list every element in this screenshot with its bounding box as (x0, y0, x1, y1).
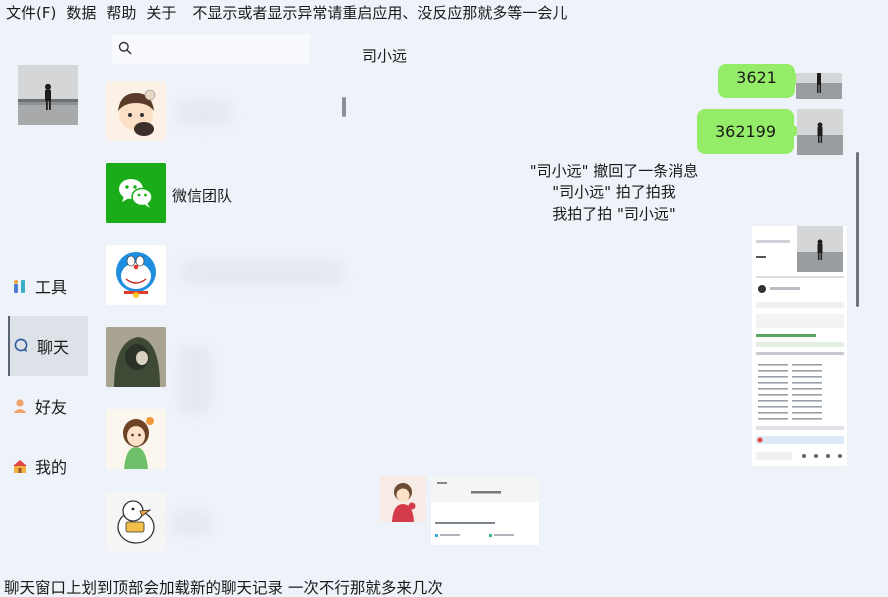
menu-about[interactable]: 关于 (141, 0, 181, 26)
system-message-pat-me: "司小远" 拍了拍我 (552, 183, 676, 201)
contact-avatar-1[interactable] (106, 81, 166, 141)
nav-chat-label: 聊天 (37, 338, 70, 357)
sticker-boy-avatar (106, 81, 166, 141)
nav-friends[interactable]: 好友 (8, 376, 88, 436)
person-by-sea-avatar-image (797, 226, 843, 272)
message-text-2: 362199 (714, 122, 777, 141)
contact-avatar-4[interactable] (106, 327, 166, 387)
footer-hint: 聊天窗口上划到顶部会加载新的聊天记录 一次不行那就多来几次 (4, 579, 443, 597)
tools-icon (11, 277, 29, 295)
person-by-sea-avatar-image (797, 109, 843, 155)
message-bubble-1[interactable]: 3621 (718, 64, 795, 98)
home-icon (11, 457, 29, 475)
nav-mine-label: 我的 (35, 458, 68, 477)
chat-icon (13, 337, 31, 355)
person-icon (11, 397, 29, 415)
menu-data[interactable]: 数据 (61, 0, 101, 26)
person-by-sea-avatar-image (796, 73, 842, 99)
nav-tools[interactable]: 工具 (8, 256, 88, 316)
contact-name-blur-4 (178, 345, 212, 415)
message-avatar-4 (380, 476, 426, 522)
nav-mine[interactable]: 我的 (8, 436, 88, 496)
message-avatar-3 (797, 226, 843, 272)
system-message-recall: "司小远" 撤回了一条消息 (529, 162, 699, 180)
message-bubble-2[interactable]: 362199 (697, 109, 794, 154)
contact-name-blur-3 (180, 260, 345, 286)
wechat-logo-avatar (106, 163, 166, 223)
contact-name-wechat-team: 微信团队 (172, 187, 233, 205)
chat-title: 司小远 (362, 47, 408, 65)
search-icon (118, 40, 132, 59)
menu-file[interactable]: 文件(F) (0, 0, 61, 26)
menu-notice: 不显示或者显示异常请重启应用、没反应那就多等一会儿 (192, 4, 568, 22)
contact-name-blur-6 (172, 510, 212, 536)
search-box[interactable] (112, 34, 310, 64)
self-avatar[interactable] (18, 65, 78, 125)
contact-name-blur-1 (175, 100, 233, 126)
card-screenshot-image (431, 476, 539, 545)
menu-bar: 文件(F) 数据 帮助 关于 不显示或者显示异常请重启应用、没反应那就多等一会儿 (0, 0, 888, 26)
contact-list-scrollbar[interactable] (342, 97, 346, 117)
message-avatar-1 (796, 73, 842, 99)
sticker-girl-avatar (106, 409, 166, 469)
nav-chat[interactable]: 聊天 (8, 316, 88, 376)
contact-avatar-5[interactable] (106, 409, 166, 469)
doraemon-avatar (106, 245, 166, 305)
nav-friends-label: 好友 (35, 398, 68, 417)
contact-avatar-6[interactable] (106, 491, 166, 551)
image-message-card[interactable] (431, 476, 539, 545)
sticker-boy-red-avatar (380, 476, 426, 522)
duck-avatar (106, 491, 166, 551)
chat-scrollbar[interactable] (856, 152, 859, 307)
hooded-figure-avatar (106, 327, 166, 387)
contact-avatar-3[interactable] (106, 245, 166, 305)
message-text-1: 3621 (736, 68, 777, 87)
nav-tools-label: 工具 (35, 278, 68, 297)
contact-avatar-2[interactable] (106, 163, 166, 223)
message-avatar-2 (797, 109, 843, 155)
person-by-sea-avatar-image (18, 65, 78, 125)
search-input[interactable] (138, 36, 298, 62)
system-message-i-pat: 我拍了拍 "司小远" (552, 205, 676, 223)
menu-help[interactable]: 帮助 (101, 0, 141, 26)
